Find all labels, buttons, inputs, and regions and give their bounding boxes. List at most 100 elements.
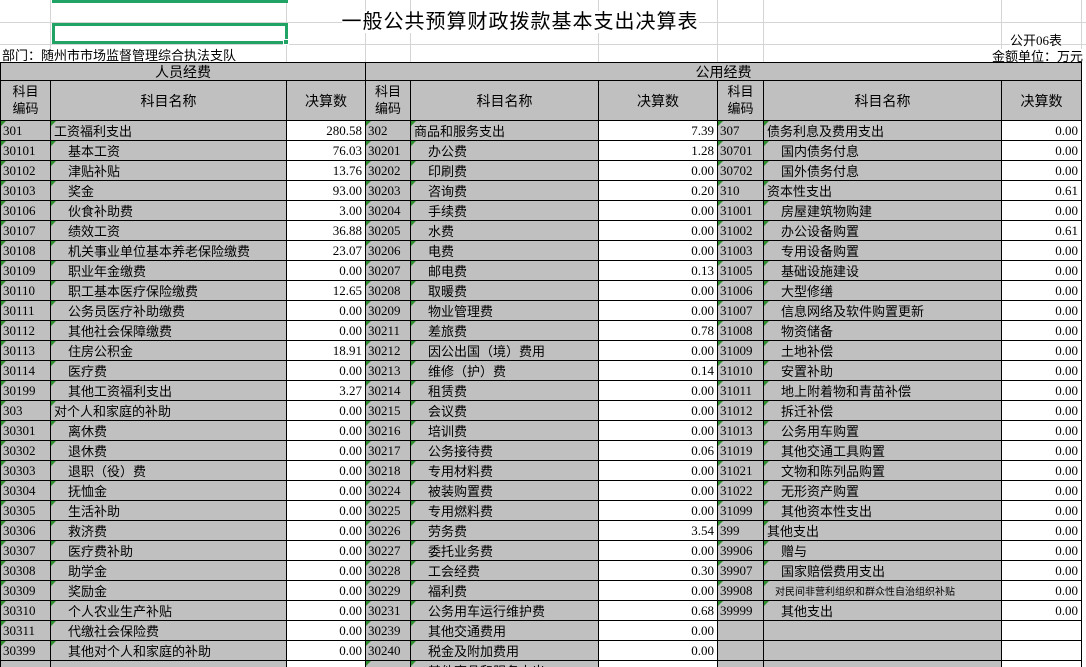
cell-name[interactable]: 工会经费 [411,561,599,581]
cell-name[interactable]: 对个人和家庭的补助 [51,401,287,421]
cell-name[interactable]: 职工基本医疗保险缴费 [51,281,287,301]
cell-code[interactable]: 30110 [1,281,51,301]
cell-value[interactable]: 0.00 [287,361,366,381]
cell-name[interactable]: 伙食补助费 [51,201,287,221]
cell-code[interactable]: 31021 [718,461,764,481]
cell-value[interactable]: 3.54 [599,521,718,541]
cell-code[interactable]: 30208 [366,281,411,301]
cell-name[interactable]: 住房公积金 [51,341,287,361]
cell-name[interactable]: 手续费 [411,201,599,221]
header-cell-code[interactable]: 科目编码 [366,81,411,121]
cell-code[interactable]: 30107 [1,221,51,241]
cell-value[interactable]: 280.58 [287,121,366,141]
cell-code[interactable]: 310 [718,181,764,201]
cell-name[interactable] [764,621,1002,641]
cell-code[interactable]: 30108 [1,241,51,261]
cell-name[interactable]: 公务员医疗补助缴费 [51,301,287,321]
cell-name[interactable]: 生活补助 [51,501,287,521]
cell-value[interactable]: 0.00 [287,521,366,541]
cell-code[interactable]: 30199 [1,381,51,401]
cell-value[interactable]: 0.00 [599,461,718,481]
cell-code[interactable]: 30203 [366,181,411,201]
cell-code[interactable]: 31002 [718,221,764,241]
cell-value[interactable]: 0.00 [287,621,366,641]
cell-code[interactable]: 30215 [366,401,411,421]
cell-code[interactable]: 30217 [366,441,411,461]
cell-name[interactable]: 会议费 [411,401,599,421]
cell-code[interactable]: 31010 [718,361,764,381]
cell-name[interactable]: 医疗费 [51,361,287,381]
header-cell-value[interactable]: 决算数 [1002,81,1082,121]
cell-name[interactable]: 债务利息及费用支出 [764,121,1002,141]
cell-name[interactable]: 无形资产购置 [764,481,1002,501]
cell-code[interactable]: 30305 [1,501,51,521]
cell-name[interactable]: 安置补助 [764,361,1002,381]
cell-code[interactable]: 30207 [366,261,411,281]
cell-value[interactable]: 0.00 [599,201,718,221]
cell-value[interactable] [1002,641,1082,661]
cell-name[interactable]: 取暖费 [411,281,599,301]
cell-value[interactable]: 3.00 [287,201,366,221]
cell-value[interactable]: 0.00 [599,221,718,241]
cell-code[interactable]: 30114 [1,361,51,381]
cell-code[interactable]: 39999 [718,601,764,621]
cell-code[interactable]: 301 [1,121,51,141]
cell-code[interactable]: 30240 [366,641,411,661]
cell-code[interactable]: 30307 [1,541,51,561]
cell-name[interactable]: 国内债务付息 [764,141,1002,161]
cell-value[interactable]: 0.00 [1002,521,1082,541]
cell-code[interactable] [718,621,764,641]
cell-value[interactable]: 0.00 [1002,461,1082,481]
cell-value[interactable]: 0.00 [1002,301,1082,321]
cell-value[interactable]: 0.00 [1002,501,1082,521]
cell-name[interactable]: 拆迁补偿 [764,401,1002,421]
cell-value[interactable]: 0.00 [1002,361,1082,381]
cell-name[interactable]: 因公出国（境）费用 [411,341,599,361]
cell-value[interactable]: 0.06 [599,441,718,461]
cell-code[interactable]: 30310 [1,601,51,621]
cell-code[interactable]: 30204 [366,201,411,221]
header-cell-code[interactable]: 科目编码 [1,81,51,121]
cell-code[interactable]: 30302 [1,441,51,461]
cell-value[interactable]: 18.91 [287,341,366,361]
cell-value[interactable]: 0.00 [599,581,718,601]
cell-code[interactable]: 30205 [366,221,411,241]
cell-value[interactable]: 0.00 [1002,581,1082,601]
cell-name[interactable]: 退职（役）费 [51,461,287,481]
cell-code[interactable]: 39908 [718,581,764,601]
cell-code[interactable]: 30109 [1,261,51,281]
cell-name[interactable]: 咨询费 [411,181,599,201]
cell-name[interactable]: 大型修缮 [764,281,1002,301]
cell-value[interactable]: 7.39 [599,121,718,141]
cell-code[interactable]: 399 [718,521,764,541]
cell-code[interactable]: 31008 [718,321,764,341]
cell-value[interactable]: 0.00 [1002,121,1082,141]
cell-name[interactable]: 其他社会保障缴费 [51,321,287,341]
cell-name[interactable]: 其他支出 [764,521,1002,541]
cell-name[interactable]: 物业管理费 [411,301,599,321]
cell-code[interactable]: 30304 [1,481,51,501]
cell-code[interactable]: 31003 [718,241,764,261]
cell-value[interactable]: 0.00 [1002,281,1082,301]
band-public-expenses[interactable]: 公用经费 [366,63,1082,81]
cell-value[interactable]: 0.61 [1002,221,1082,241]
header-cell-value[interactable]: 决算数 [287,81,366,121]
cell-name[interactable]: 物资储备 [764,321,1002,341]
cell-code[interactable]: 30103 [1,181,51,201]
cell-name[interactable]: 公务用车购置 [764,421,1002,441]
cell-name[interactable]: 专用燃料费 [411,501,599,521]
cell-value[interactable]: 1.28 [599,141,718,161]
cell-code[interactable]: 30701 [718,141,764,161]
cell-name[interactable]: 其他交通工具购置 [764,441,1002,461]
cell-value[interactable]: 3.27 [287,381,366,401]
cell-name[interactable]: 办公费 [411,141,599,161]
cell-code[interactable]: 31099 [718,501,764,521]
cell-name[interactable]: 资本性支出 [764,181,1002,201]
cell-value[interactable] [1002,621,1082,641]
cell-value[interactable]: 0.00 [599,161,718,181]
cell-code[interactable]: 31006 [718,281,764,301]
cell-name[interactable]: 专用设备购置 [764,241,1002,261]
cell-name[interactable]: 信息网络及软件购置更新 [764,301,1002,321]
cell-code[interactable]: 303 [1,401,51,421]
cell-name[interactable]: 其他支出 [764,601,1002,621]
